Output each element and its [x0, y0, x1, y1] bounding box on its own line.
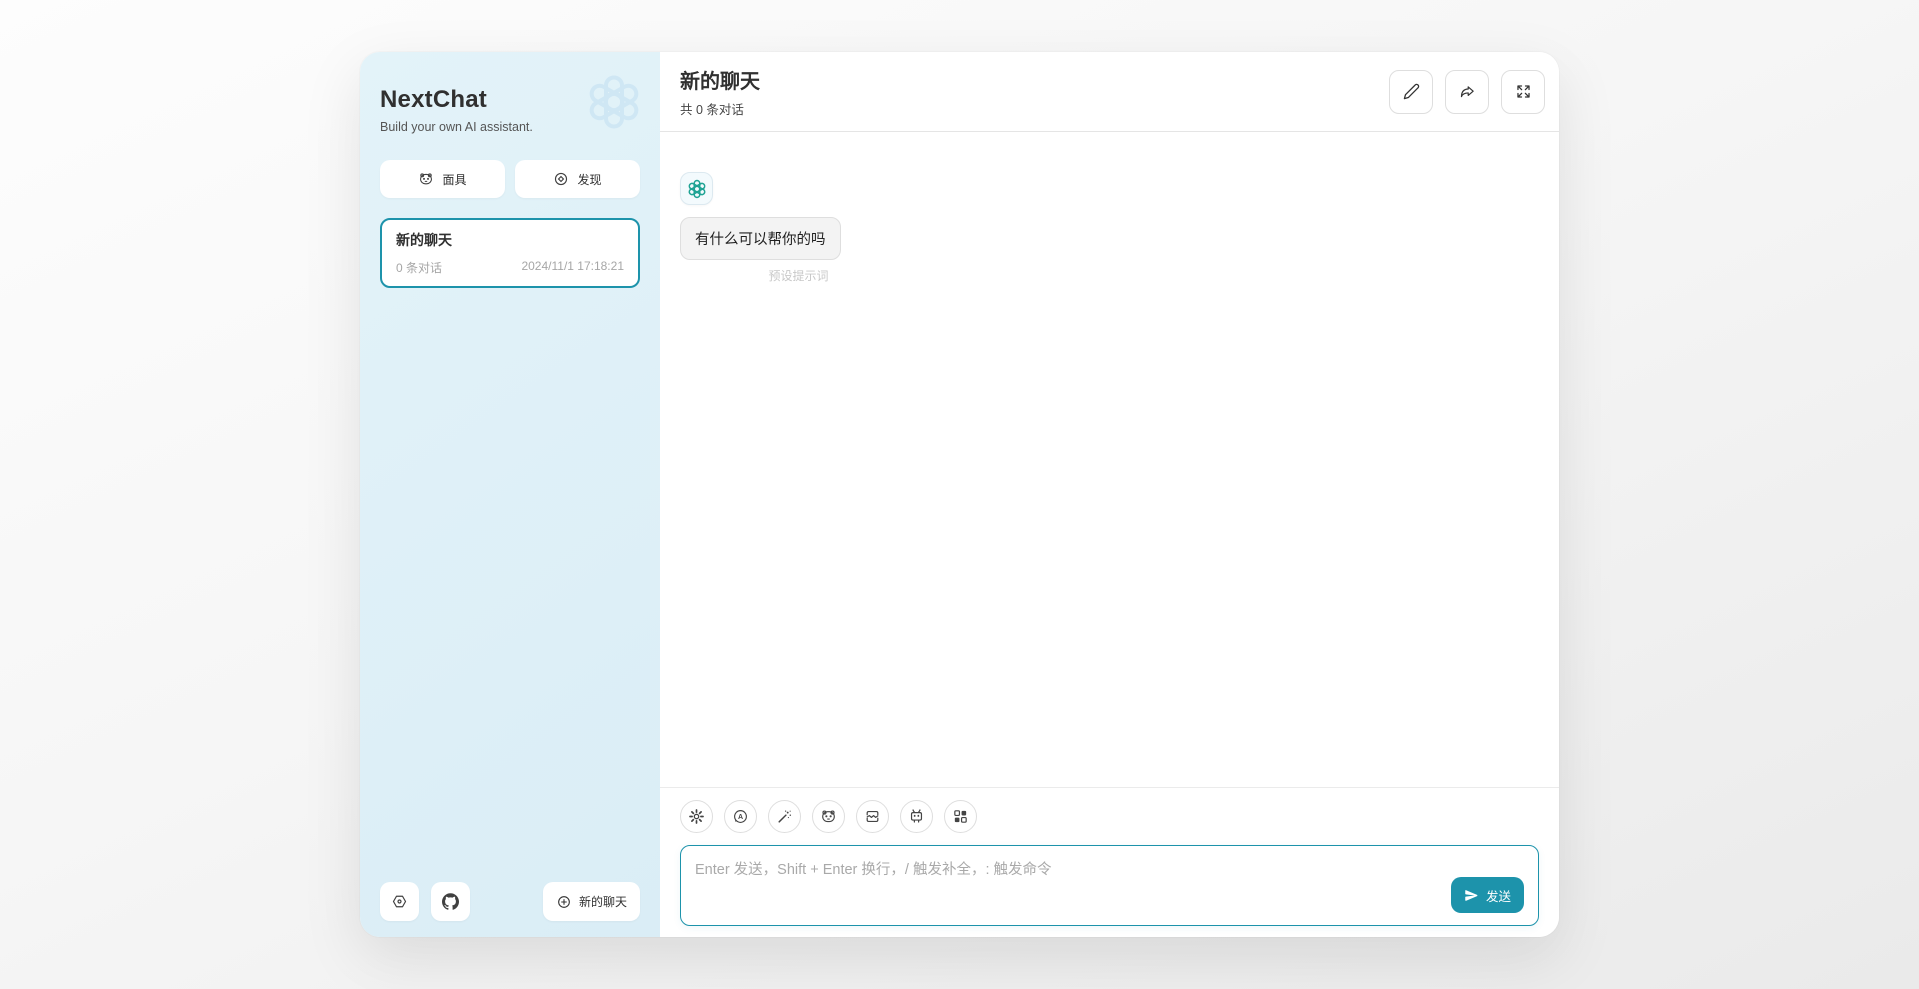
openai-avatar-icon [686, 178, 708, 200]
chat-message-count: 共 0 条对话 [680, 99, 760, 118]
settings-hexnut-icon [391, 893, 408, 910]
share-icon [1459, 83, 1476, 100]
message-bubble-wrap: 有什么可以帮你的吗 预设提示词 [680, 217, 841, 284]
svg-text:A: A [738, 813, 743, 821]
chat-title[interactable]: 新的聊天 [680, 65, 760, 94]
chat-input[interactable] [680, 845, 1539, 926]
share-chat-button[interactable] [1445, 70, 1489, 114]
settings-button[interactable] [380, 882, 419, 921]
chat-header-actions [1389, 70, 1545, 114]
sidebar-nav: 面具 发现 [380, 160, 640, 198]
github-icon [442, 893, 459, 910]
message-hint: 预设提示词 [680, 267, 841, 284]
chat-item-meta: 0 条对话 2024/11/1 17:18:21 [396, 259, 624, 276]
sidebar-new-chat-button[interactable]: 新的聊天 [543, 882, 640, 921]
sidebar-header: NextChat Build your own AI assistant. [380, 72, 640, 134]
fullscreen-icon [1515, 83, 1532, 100]
chat-item-count: 0 条对话 [396, 259, 442, 276]
message-bubble: 有什么可以帮你的吗 [680, 217, 841, 260]
gear-icon [688, 808, 705, 825]
rename-chat-button[interactable] [1389, 70, 1433, 114]
shortcut-grid-icon [952, 808, 969, 825]
chat-list-item-selected[interactable]: 新的聊天 0 条对话 2024/11/1 17:18:21 [380, 218, 640, 288]
discover-icon [553, 171, 569, 187]
assistant-message: 有什么可以帮你的吗 预设提示词 [680, 172, 1539, 284]
clear-context-button[interactable] [856, 800, 889, 833]
sidebar: NextChat Build your own AI assistant. [360, 52, 660, 937]
assistant-avatar [680, 172, 713, 205]
plus-circle-icon [556, 894, 572, 910]
chat-panel: 新的聊天 共 0 条对话 [660, 52, 1559, 937]
paper-plane-icon [1464, 888, 1479, 903]
app-window: NextChat Build your own AI assistant. [360, 52, 1559, 937]
chat-settings-button[interactable] [680, 800, 713, 833]
prompt-hints-button[interactable] [768, 800, 801, 833]
masks-tool-button[interactable] [812, 800, 845, 833]
composer: 发送 [680, 845, 1539, 926]
chat-item-timestamp: 2024/11/1 17:18:21 [521, 259, 624, 276]
masks-button-label: 面具 [442, 171, 466, 188]
composer-panel: A [660, 787, 1559, 937]
shortcuts-button[interactable] [944, 800, 977, 833]
pencil-icon [1403, 83, 1420, 100]
send-button-label: 发送 [1486, 886, 1511, 905]
fullscreen-button[interactable] [1501, 70, 1545, 114]
mask-icon [418, 171, 434, 187]
magic-wand-icon [776, 808, 793, 825]
masks-button[interactable]: 面具 [380, 160, 505, 198]
discover-button-label: 发现 [577, 171, 601, 188]
send-button[interactable]: 发送 [1451, 877, 1524, 913]
model-select-button[interactable] [900, 800, 933, 833]
clear-context-icon [864, 808, 881, 825]
mask-icon [820, 808, 837, 825]
github-button[interactable] [431, 882, 470, 921]
chat-message-list: 有什么可以帮你的吗 预设提示词 [660, 132, 1559, 787]
sidebar-new-chat-label: 新的聊天 [579, 893, 627, 910]
chat-header: 新的聊天 共 0 条对话 [660, 52, 1559, 132]
discover-button[interactable]: 发现 [515, 160, 640, 198]
theme-auto-icon: A [732, 808, 749, 825]
composer-toolbar: A [680, 800, 1539, 833]
chat-list: 新的聊天 0 条对话 2024/11/1 17:18:21 [380, 218, 640, 288]
sidebar-footer: 新的聊天 [380, 882, 640, 921]
theme-auto-button[interactable]: A [724, 800, 757, 833]
robot-icon [908, 808, 925, 825]
openai-logo-watermark-icon [582, 70, 646, 134]
chat-header-info: 新的聊天 共 0 条对话 [680, 65, 760, 118]
chat-item-title: 新的聊天 [396, 230, 624, 250]
